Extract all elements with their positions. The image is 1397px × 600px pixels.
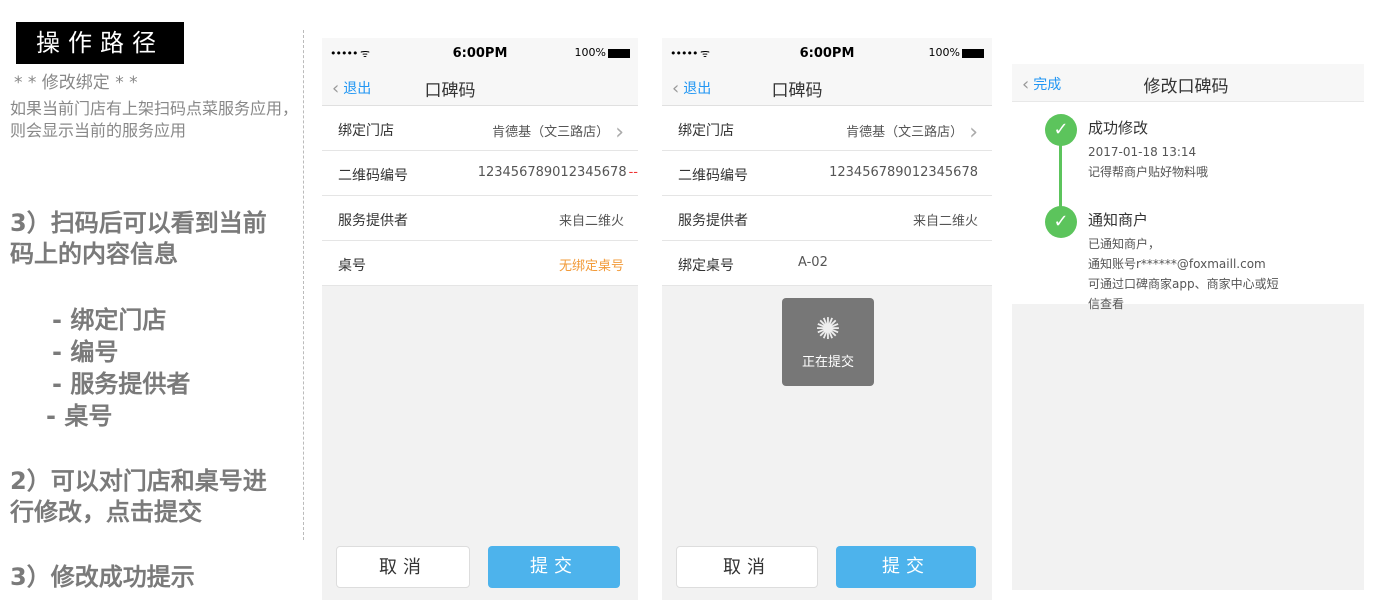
- row-table[interactable]: 绑定桌号 A-02: [662, 241, 992, 286]
- row-label: 桌号: [338, 258, 366, 274]
- submit-button[interactable]: 提交: [836, 546, 976, 588]
- cancel-button[interactable]: 取消: [336, 546, 470, 588]
- battery-icon: [608, 48, 630, 58]
- button-bar: 取消 提交: [322, 546, 638, 590]
- row-label: 二维码编号: [678, 168, 748, 184]
- row-provider: 服务提供者 来自二维火: [322, 196, 638, 241]
- timeline-time: 2017-01-18 13:14: [1088, 145, 1197, 159]
- row-qr-code: 二维码编号 1234567890123456​78 --: [322, 151, 638, 196]
- row-store[interactable]: 绑定门店 肯德基（文三路店）: [662, 106, 992, 151]
- row-label: 绑定门店: [338, 123, 394, 139]
- loading-toast: ✺ 正在提交: [782, 298, 874, 386]
- row-value: 肯德基（文三路店）: [492, 120, 624, 145]
- battery-percent: 100%: [574, 46, 606, 59]
- step-success: 3）修改成功提示: [10, 563, 195, 591]
- row-value: 来自二维火: [558, 214, 624, 229]
- timeline-item-success: 成功修改 2017-01-18 13:14 记得帮商户贴好物料哦: [1088, 118, 1208, 182]
- page-title: 口碑码: [771, 81, 823, 101]
- nav-bar: ‹ 完成 修改口碑码: [1012, 64, 1364, 102]
- divider: [303, 30, 304, 540]
- submit-button[interactable]: 提交: [488, 546, 620, 588]
- spinner-icon: ✺: [815, 312, 841, 347]
- info-list: 绑定门店 肯德基（文三路店） 二维码编号 1234567890123456​78…: [322, 106, 638, 286]
- row-table[interactable]: 桌号 无绑定桌号: [322, 241, 638, 286]
- toast-text: 正在提交: [801, 355, 854, 370]
- row-qr-code: 二维码编号 123456789012345678: [662, 151, 992, 196]
- row-label: 二维码编号: [338, 168, 408, 184]
- row-value: 肯德基（文三路店）: [846, 120, 978, 145]
- operation-path-title: 操作路径: [16, 22, 184, 64]
- timeline-desc: 可通过口碑商家app、商家中心或短: [1088, 277, 1279, 291]
- row-label: 绑定桌号: [678, 258, 734, 274]
- row-value: 123456789012345678: [829, 165, 978, 180]
- cancel-button[interactable]: 取消: [676, 546, 818, 588]
- timeline-title: 通知商户: [1088, 211, 1149, 229]
- row-value: A-02: [798, 255, 828, 270]
- status-bar: ••••• ᯤ 6:00PM 100%: [322, 38, 638, 68]
- step-scan-info: 3）扫码后可以看到当前码上的内容信息: [10, 209, 267, 268]
- annotation-panel: 操作路径 * * 修改绑定 * * 如果当前门店有上架扫码点菜服务应用，则会显示…: [0, 0, 300, 600]
- status-bar: ••••• ᯤ 6:00PM 100%: [662, 38, 992, 68]
- field-list-item: - 桌号: [46, 402, 113, 430]
- button-bar: 取消 提交: [662, 546, 992, 590]
- field-list-item: - 编号: [52, 338, 119, 366]
- step-modify: 2）可以对门店和桌号进行修改，点击提交: [10, 467, 267, 526]
- info-list: 绑定门店 肯德基（文三路店） 二维码编号 123456789012345678 …: [662, 106, 992, 286]
- phone-screen-3: ••••• ᯤ 6:00PM 100% ‹完成 修改口碑码 ✓ 成功修改 201…: [1012, 34, 1364, 590]
- phone-screen-1: ••••• ᯤ 6:00PM 100% ‹ 退出 口碑码 绑定门店 肯德基（文三路…: [322, 38, 638, 600]
- note-heading: * * 修改绑定 * *: [14, 73, 138, 93]
- field-list: - 绑定门店 - 编号 - 服务提供者 - 桌号: [46, 304, 191, 432]
- row-label: 服务提供者: [338, 213, 408, 229]
- battery-percent: 100%: [928, 46, 960, 59]
- row-store[interactable]: 绑定门店 肯德基（文三路店）: [322, 106, 638, 151]
- battery-indicator: 100%: [575, 46, 630, 59]
- result-timeline: ‹ 完成 修改口碑码 ✓ 成功修改 2017-01-18 13:14 记得帮商户贴…: [1012, 34, 1364, 311]
- timeline-desc: 已通知商户，: [1088, 237, 1161, 251]
- row-value: 来自二维火: [912, 214, 978, 229]
- battery-indicator: 100%: [929, 46, 984, 59]
- row-value: 1234567890123456​78 --: [477, 165, 638, 180]
- page-title: 修改口碑码: [1143, 77, 1229, 97]
- note-body: 如果当前门店有上架扫码点菜服务应用，则会显示当前的服务应用: [10, 99, 299, 140]
- timeline-item-notify: 通知商户 已通知商户， 通知账号r******@foxmaill.com 可通过…: [1088, 210, 1279, 314]
- timeline-desc: 信查看: [1088, 297, 1125, 311]
- field-list-item: - 服务提供者: [52, 370, 191, 398]
- nav-bar: ‹ 退出 口碑码: [662, 68, 992, 106]
- field-list-item: - 绑定门店: [52, 306, 167, 334]
- check-icon: ✓: [1045, 206, 1077, 238]
- nav-bar: ‹ 退出 口碑码: [322, 68, 638, 106]
- check-icon: ✓: [1045, 114, 1077, 146]
- row-label: 绑定门店: [678, 123, 734, 139]
- timeline-title: 成功修改: [1088, 119, 1149, 137]
- page-title: 口碑码: [424, 81, 476, 101]
- battery-icon: [962, 48, 984, 58]
- row-value: 无绑定桌号: [558, 259, 624, 274]
- row-label: 服务提供者: [678, 213, 748, 229]
- timeline-desc: 通知账号r******@foxmaill.com: [1088, 257, 1266, 271]
- timeline-desc: 记得帮商户贴好物料哦: [1088, 165, 1209, 179]
- row-provider: 服务提供者 来自二维火: [662, 196, 992, 241]
- phone-screen-2: ••••• ᯤ 6:00PM 100% ‹ 退出 口碑码 绑定门店 肯德基（文三路…: [662, 38, 992, 600]
